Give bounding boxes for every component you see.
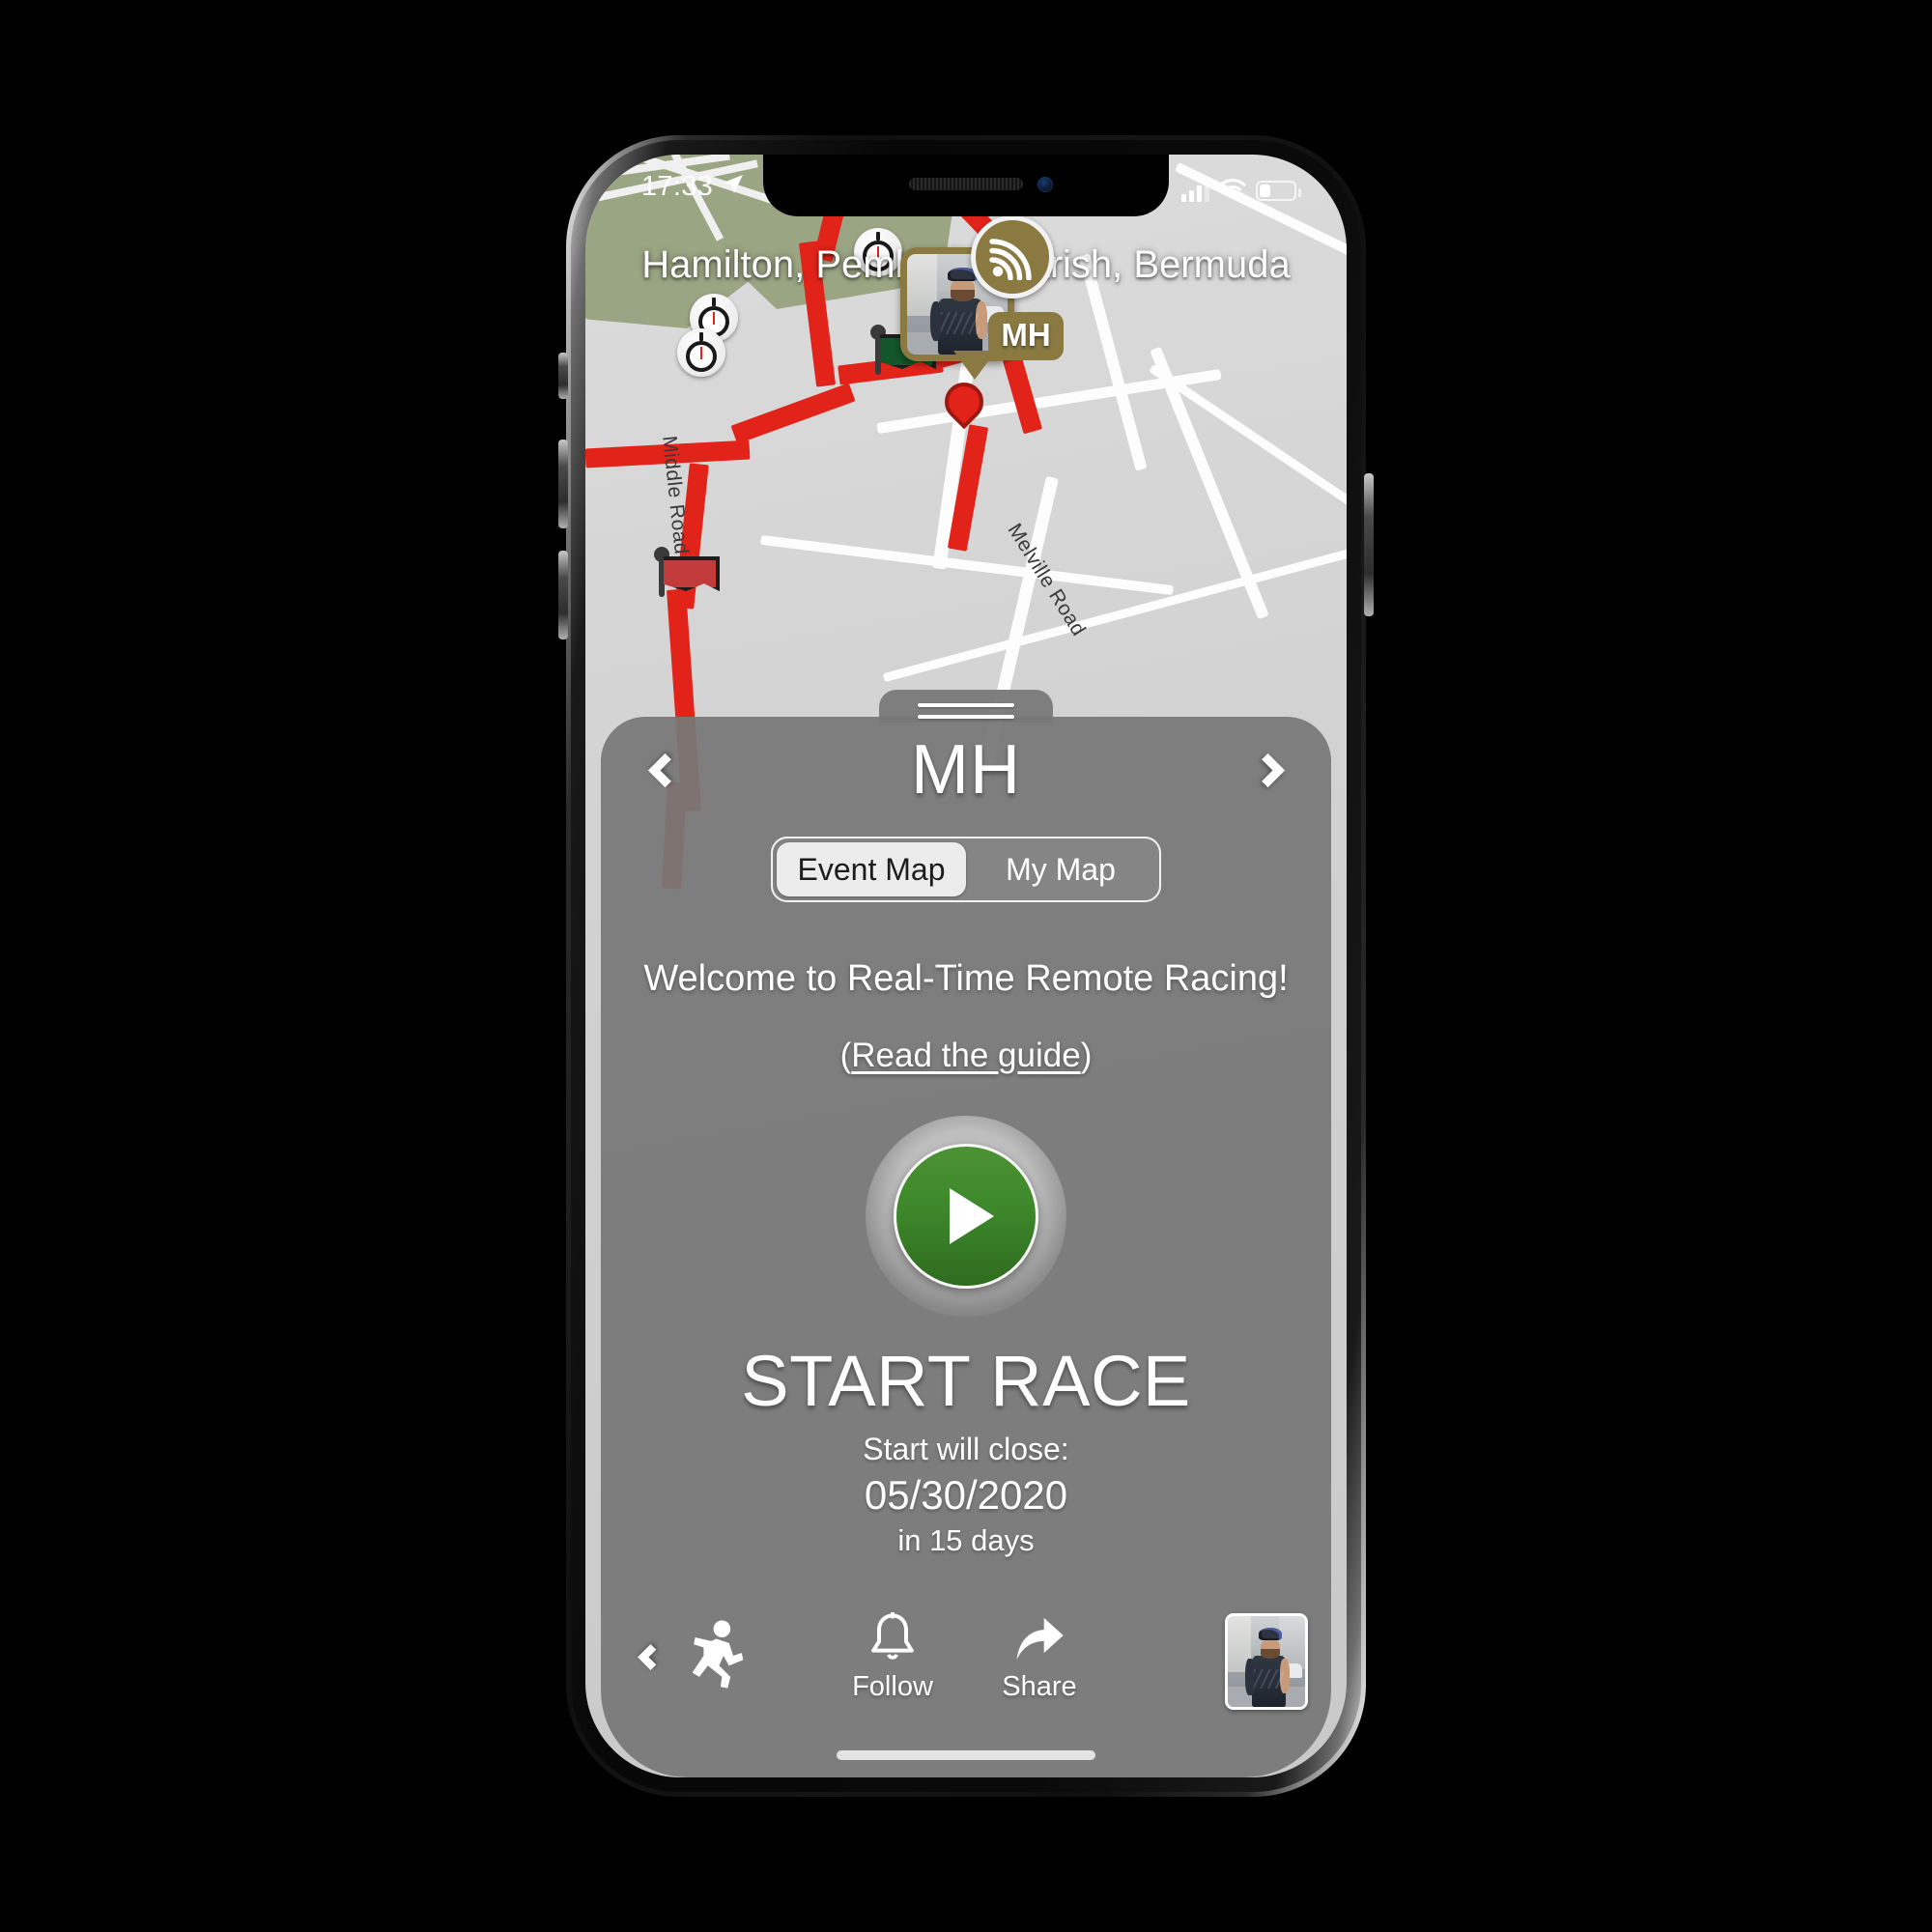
bottom-sheet-panel: MH Event Map My Map Welcome to Real-Time…: [601, 690, 1331, 1777]
wifi-icon: [1219, 175, 1246, 207]
phone-frame: Hamilton, Pembroke Parish, Bermuda Middl…: [566, 135, 1366, 1797]
chevron-left-icon: [637, 1643, 664, 1670]
chevron-right-icon: [1250, 753, 1285, 787]
map-checkpoint-stopwatch-icon[interactable]: [677, 328, 725, 377]
welcome-message: Welcome to Real-Time Remote Racing!: [643, 958, 1289, 999]
runner-icon: [692, 1620, 744, 1689]
phone-screen: Hamilton, Pembroke Parish, Bermuda Middl…: [585, 155, 1347, 1777]
paren-close: ): [1080, 1037, 1093, 1074]
start-close-relative: in 15 days: [897, 1523, 1035, 1557]
back-button[interactable]: [626, 1633, 674, 1681]
map-road: [1149, 363, 1347, 534]
start-race-control: [601, 1116, 1331, 1317]
rider-initials-badge: MH: [988, 312, 1064, 360]
bell-icon: [867, 1609, 918, 1669]
follow-button[interactable]: Follow: [846, 1609, 939, 1703]
play-button-halo: [866, 1116, 1066, 1317]
sheet-toolbar: Follow Share: [601, 1607, 1331, 1714]
status-bar-time: 17:33: [641, 171, 714, 202]
read-guide-line: (Read the guide): [601, 1037, 1331, 1075]
location-arrow-icon: [722, 171, 745, 203]
toolbar-actions: Follow Share: [846, 1609, 1086, 1703]
follow-label: Follow: [852, 1671, 933, 1702]
start-close-label: Start will close:: [863, 1432, 1069, 1466]
start-close-date: 05/30/2020: [864, 1472, 1068, 1518]
previous-racer-button[interactable]: [638, 743, 692, 797]
profile-avatar-button[interactable]: [1225, 1613, 1308, 1710]
mute-switch[interactable]: [558, 353, 568, 399]
paren-open: (: [839, 1037, 852, 1074]
power-button[interactable]: [1364, 473, 1374, 616]
activity-type-button[interactable]: [686, 1619, 750, 1692]
tab-event-map[interactable]: Event Map: [777, 842, 966, 896]
read-the-guide-link[interactable]: Read the guide: [851, 1037, 1080, 1074]
share-arrow-icon: [1013, 1609, 1065, 1669]
map-rider-marker[interactable]: MH: [900, 215, 1064, 380]
screenshot-stage: Hamilton, Pembroke Parish, Bermuda Middl…: [0, 0, 1932, 1932]
map-location-pin-icon: [936, 374, 992, 430]
start-close-info: Start will close: 05/30/2020 in 15 days: [601, 1432, 1331, 1558]
avatar-thumbnail: [1228, 1616, 1305, 1707]
share-label: Share: [1002, 1671, 1077, 1702]
battery-icon: [1256, 181, 1301, 201]
map-mode-segmented-control[interactable]: Event Map My Map: [771, 837, 1161, 902]
map-road: [1150, 346, 1269, 620]
sheet-title: MH: [911, 731, 1021, 809]
phone-bezel: Hamilton, Pembroke Parish, Bermuda Middl…: [571, 140, 1361, 1792]
start-race-play-button[interactable]: [894, 1144, 1038, 1289]
status-bar-time-group: 17:33: [641, 171, 745, 203]
next-racer-button[interactable]: [1240, 743, 1294, 797]
map-route-segment: [730, 383, 856, 444]
status-bar: 17:33: [585, 155, 1347, 216]
play-icon: [950, 1188, 994, 1244]
share-button[interactable]: Share: [993, 1609, 1086, 1703]
broadcast-signal-icon: [971, 215, 1054, 298]
tab-my-map[interactable]: My Map: [966, 842, 1155, 896]
status-bar-indicators: [1181, 175, 1301, 207]
volume-down-button[interactable]: [558, 551, 568, 639]
home-indicator[interactable]: [837, 1750, 1095, 1760]
sheet-header: MH: [601, 717, 1331, 823]
cellular-signal-icon: [1181, 180, 1209, 202]
rider-photo-bubble: MH: [900, 215, 1064, 380]
start-race-label: START RACE: [741, 1341, 1191, 1421]
chevron-left-icon: [647, 753, 682, 787]
volume-up-button[interactable]: [558, 440, 568, 528]
